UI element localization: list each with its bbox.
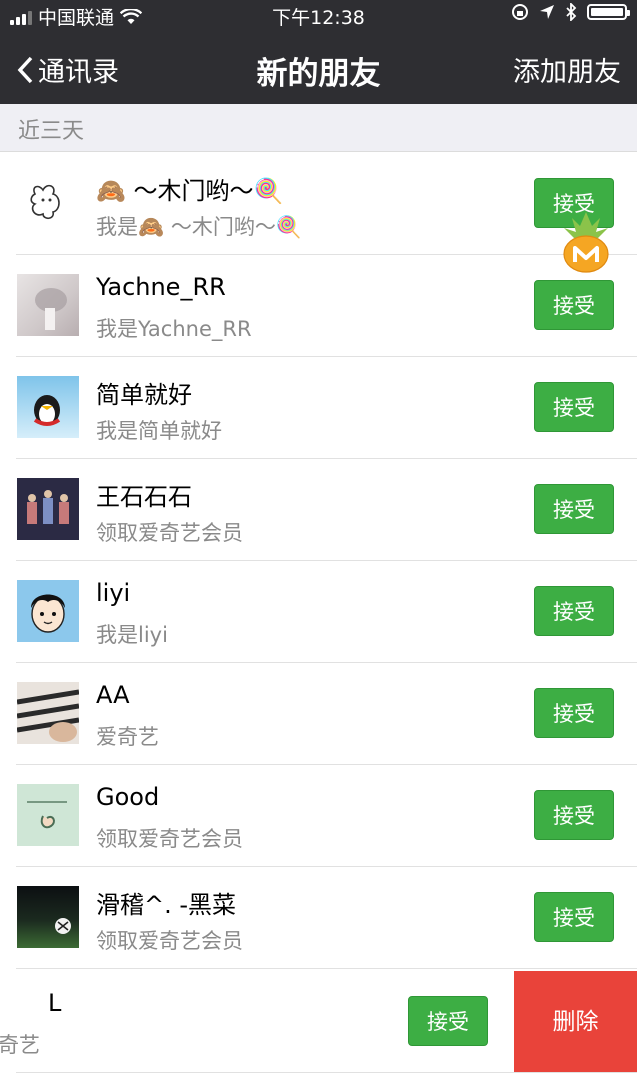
friend-request-row[interactable]: 滑稽^. -黑菜 领取爱奇艺会员 接受	[0, 867, 637, 969]
accept-button[interactable]: 接受	[408, 996, 488, 1046]
friend-request-row[interactable]: Yachne_RR 我是Yachne_RR 接受	[0, 255, 637, 357]
friend-name: 简单就好	[96, 381, 192, 409]
avatar[interactable]	[17, 784, 79, 846]
navigation-bar: 通讯录 新的朋友 添加朋友	[0, 30, 637, 104]
status-bar: 中国联通 下午12:38	[0, 0, 637, 30]
friend-request-row[interactable]: 简单就好 我是简单就好 接受	[0, 357, 637, 459]
friend-message: 奇艺	[0, 1033, 40, 1057]
floating-pineapple-badge[interactable]	[558, 210, 614, 274]
pineapple-icon	[563, 212, 609, 273]
avatar[interactable]	[17, 274, 79, 336]
avatar[interactable]	[17, 376, 79, 438]
accept-button[interactable]: 接受	[534, 892, 614, 942]
friend-message: 我是liyi	[96, 623, 168, 647]
avatar[interactable]	[17, 580, 79, 642]
friend-name: liyi	[96, 579, 131, 607]
friend-request-row[interactable]: 🙈 ～木门哟～🍭 我是🙈 ～木门哟～🍭 接受	[0, 153, 637, 255]
friend-message: 我是🙈 ～木门哟～🍭	[96, 215, 302, 239]
friend-message: 爱奇艺	[96, 725, 159, 749]
rotation-lock-icon	[512, 4, 528, 20]
accept-button[interactable]: 接受	[534, 790, 614, 840]
friend-message: 领取爱奇艺会员	[96, 521, 243, 545]
add-friend-button[interactable]: 添加朋友	[513, 50, 621, 89]
accept-button[interactable]: 接受	[534, 586, 614, 636]
accept-button[interactable]: 接受	[534, 280, 614, 330]
divider	[16, 1072, 637, 1073]
accept-button[interactable]: 接受	[534, 484, 614, 534]
friend-request-row[interactable]: L 奇艺 接受 删除	[0, 971, 637, 1073]
friend-message: 领取爱奇艺会员	[96, 929, 243, 953]
location-icon	[540, 5, 554, 19]
section-header-label: 近三天	[18, 119, 85, 144]
friend-name: 滑稽^. -黑菜	[96, 891, 237, 919]
avatar[interactable]	[17, 478, 79, 540]
friend-request-row[interactable]: 王石石石 领取爱奇艺会员 接受	[0, 459, 637, 561]
friend-name: 王石石石	[96, 483, 192, 511]
friend-name: L	[48, 989, 62, 1017]
friend-request-row[interactable]: liyi 我是liyi 接受	[0, 561, 637, 663]
avatar[interactable]	[17, 172, 79, 234]
friend-name: 🙈 ～木门哟～🍭	[96, 177, 284, 205]
bluetooth-icon	[566, 3, 577, 21]
friend-message: 我是简单就好	[96, 419, 222, 443]
friend-message: 我是Yachne_RR	[96, 317, 252, 341]
divider	[16, 968, 637, 969]
avatar[interactable]	[17, 886, 79, 948]
avatar[interactable]	[17, 682, 79, 744]
friend-request-row[interactable]: AA 爱奇艺 接受	[0, 663, 637, 765]
friend-name: Good	[96, 783, 160, 811]
friend-request-row[interactable]: Good 领取爱奇艺会员 接受	[0, 765, 637, 867]
friend-name: AA	[96, 681, 130, 709]
accept-button[interactable]: 接受	[534, 382, 614, 432]
friend-name: Yachne_RR	[96, 273, 226, 301]
section-header: 近三天	[0, 104, 637, 152]
friend-message: 领取爱奇艺会员	[96, 827, 243, 851]
delete-button[interactable]: 删除	[514, 971, 637, 1073]
battery-icon	[587, 4, 630, 20]
accept-button[interactable]: 接受	[534, 688, 614, 738]
